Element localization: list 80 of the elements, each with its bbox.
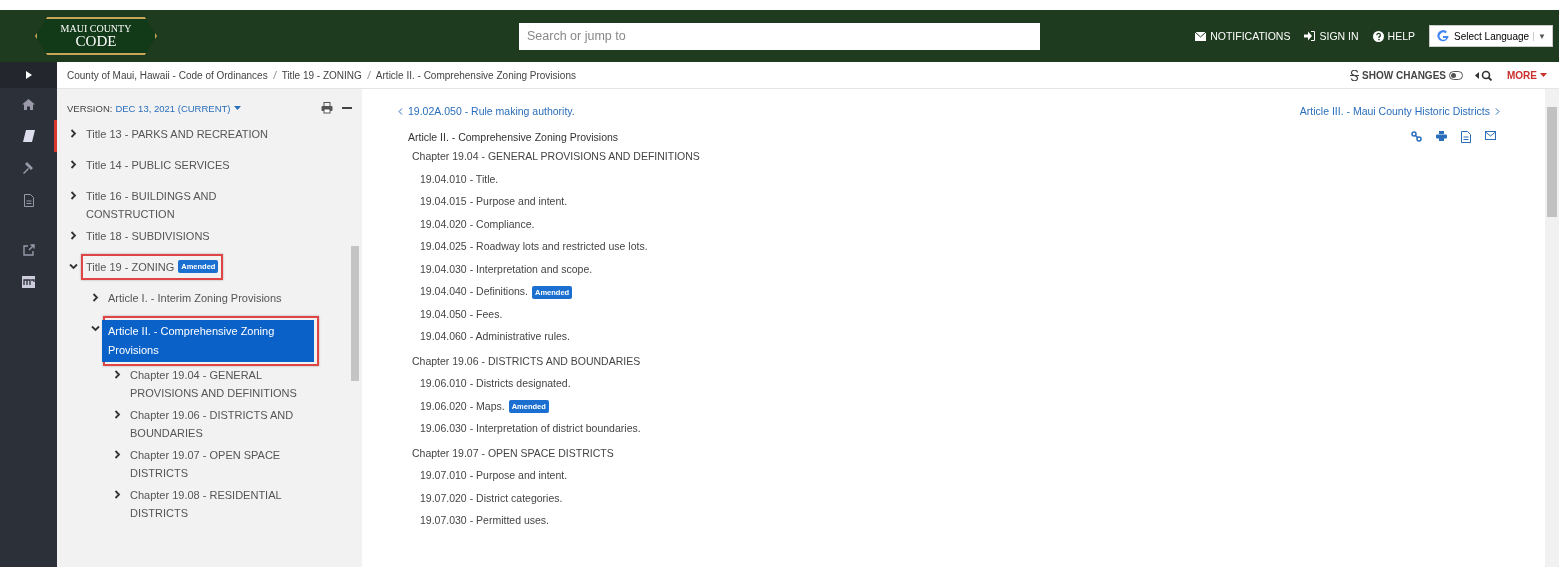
tree-item[interactable]: Title 19 - ZONING <box>86 258 175 276</box>
expand-icon[interactable] <box>25 71 32 79</box>
print-icon[interactable] <box>1436 131 1447 141</box>
show-changes-toggle[interactable]: SHOW CHANGES <box>1350 69 1463 81</box>
section-link[interactable]: 19.04.050 - Fees. <box>420 307 503 320</box>
sign-in-icon <box>1304 31 1316 41</box>
tree-item[interactable]: Chapter 19.04 - GENERAL PROVISIONS AND DEFINITIONS <box>130 366 330 402</box>
section-link[interactable]: 19.04.040 - Definitions. <box>420 285 528 298</box>
header-link[interactable]: HELP <box>1372 30 1415 42</box>
tree-toggle-icon[interactable] <box>113 450 122 459</box>
section-link[interactable]: 19.07.020 - District categories. <box>420 491 563 504</box>
document-icon[interactable] <box>1461 131 1471 143</box>
caret-icon <box>233 106 241 110</box>
search-back-icon[interactable] <box>1475 69 1495 81</box>
section-link[interactable]: 19.06.020 - Maps. <box>420 399 505 412</box>
site-logo[interactable]: MAUI COUNTY CODE <box>35 17 157 55</box>
tree-item[interactable]: Chapter 19.08 - RESIDENTIAL DISTRICTS <box>130 486 330 522</box>
tree-item[interactable]: Title 16 - BUILDINGS AND CONSTRUCTION <box>86 187 286 223</box>
caret-icon <box>1540 73 1547 77</box>
tree-item[interactable]: Article I. - Interim Zoning Provisions <box>108 289 282 307</box>
section-link[interactable]: 19.04.025 - Roadway lots and restricted use lots. <box>420 240 648 253</box>
tree-toggle-icon[interactable] <box>69 160 78 169</box>
section-link[interactable]: 19.06.010 - Districts designated. <box>420 377 571 390</box>
breadcrumb-separator-icon <box>366 71 371 79</box>
search-field[interactable]: Search or jump to <box>519 22 1040 50</box>
breadcrumb-separator-icon <box>272 71 277 79</box>
external-link-icon[interactable] <box>22 244 35 256</box>
next-link[interactable]: Article III. - Maui County Historic Districts <box>1299 105 1500 117</box>
link-icon[interactable] <box>1411 131 1422 142</box>
tree-toggle-icon[interactable] <box>69 231 78 240</box>
breadcrumb-link[interactable]: Article II. - Comprehensive Zoning Provisions <box>375 69 576 81</box>
tree-item[interactable]: Title 18 - SUBDIVISIONS <box>86 227 210 245</box>
tree-toggle-icon[interactable] <box>113 410 122 419</box>
chapter-link[interactable]: Chapter 19.07 - OPEN SPACE DISTRICTS <box>398 441 1500 464</box>
tree-toggle-icon[interactable] <box>113 370 122 379</box>
tree-item[interactable]: Chapter 19.07 - OPEN SPACE DISTRICTS <box>130 446 330 482</box>
tree-item[interactable]: Title 14 - PUBLIC SERVICES <box>86 156 230 174</box>
section-link[interactable]: 19.07.010 - Purpose and intent. <box>420 469 568 482</box>
chevron-right-icon <box>1495 107 1500 115</box>
section-link[interactable]: 19.04.015 - Purpose and intent. <box>420 195 568 208</box>
tree-toggle-icon[interactable] <box>69 262 78 271</box>
tree-item[interactable]: Chapter 19.06 - DISTRICTS AND BOUNDARIES <box>130 406 330 442</box>
gavel-icon[interactable] <box>22 162 35 174</box>
version-select[interactable]: VERSION: DEC 13, 2021 (CURRENT) <box>67 102 241 114</box>
section-link[interactable]: 19.04.010 - Title. <box>420 172 499 185</box>
email-icon[interactable] <box>1485 131 1496 140</box>
previous-link[interactable]: 19.02A.050 - Rule making authority. <box>398 105 575 117</box>
tree-toggle-icon[interactable] <box>113 490 122 499</box>
g-logo-icon <box>1436 29 1450 43</box>
language-select[interactable]: Select Language ▼ <box>1429 25 1553 47</box>
home-icon[interactable] <box>22 98 35 110</box>
document-icon[interactable] <box>23 193 34 207</box>
breadcrumb-link[interactable]: County of Maui, Hawaii - Code of Ordinances <box>67 69 268 81</box>
tree-item[interactable]: Article II. - Comprehensive Zoning Provisions <box>102 320 314 362</box>
municode-logo-icon[interactable] <box>22 276 35 288</box>
print-icon[interactable] <box>321 102 334 114</box>
section-link[interactable]: 19.07.030 - Permitted uses. <box>420 514 549 527</box>
section-link[interactable]: 19.04.060 - Administrative rules. <box>420 330 570 343</box>
toggle-icon <box>1449 70 1463 80</box>
tree-toggle-icon[interactable] <box>91 324 100 333</box>
section-link[interactable]: 19.04.020 - Compliance. <box>420 217 535 230</box>
scrollbar[interactable] <box>1545 89 1559 567</box>
breadcrumb-link[interactable]: Title 19 - ZONING <box>281 69 362 81</box>
section-link[interactable]: 19.06.030 - Interpretation of district boundaries. <box>420 422 641 435</box>
header-link[interactable]: SIGN IN <box>1304 30 1359 42</box>
chevron-left-icon <box>398 107 403 115</box>
chapter-link[interactable]: Chapter 19.06 - DISTRICTS AND BOUNDARIES <box>398 349 1500 372</box>
tree-toggle-icon[interactable] <box>91 293 100 302</box>
section-link[interactable]: 19.04.030 - Interpretation and scope. <box>420 262 593 275</box>
help-icon <box>1372 30 1384 42</box>
tree-toggle-icon[interactable] <box>69 129 78 138</box>
header-link[interactable]: NOTIFICATIONS <box>1195 30 1291 42</box>
tree-toggle-icon[interactable] <box>69 191 78 200</box>
article-heading: Article II. - Comprehensive Zoning Provisions <box>408 131 619 143</box>
book-icon[interactable] <box>22 130 35 142</box>
strikethrough-icon <box>1350 69 1360 81</box>
tree-item[interactable]: Title 13 - PARKS AND RECREATION <box>86 125 268 143</box>
more-menu[interactable]: MORE <box>1507 69 1547 81</box>
envelope-icon <box>1195 31 1207 41</box>
chapter-link[interactable]: Chapter 19.04 - GENERAL PROVISIONS AND DEFINITIONS <box>398 145 1500 168</box>
